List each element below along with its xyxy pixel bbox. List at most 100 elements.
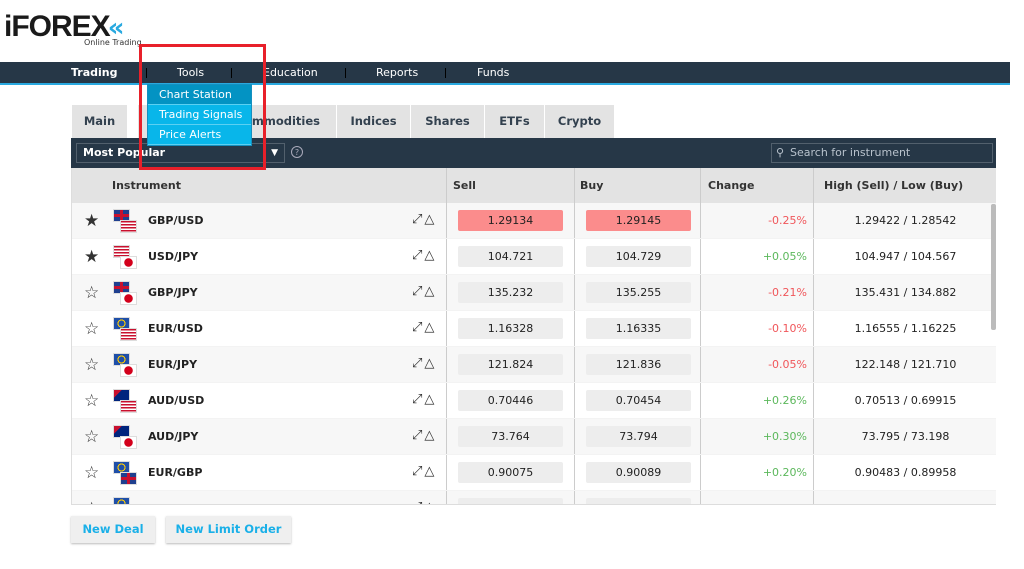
table-row[interactable]: ★ GBP/USD ⤢△ 1.29134 1.29145 -0.25% 1.29…: [72, 203, 996, 239]
buy-price-button[interactable]: 104.729: [586, 246, 691, 267]
sell-price-button[interactable]: 1.29134: [458, 210, 563, 231]
instrument-symbol[interactable]: USD/JPY: [148, 250, 198, 263]
divider: [445, 68, 446, 78]
help-icon[interactable]: ?: [291, 146, 303, 158]
bell-icon[interactable]: △: [424, 356, 436, 371]
table-row[interactable]: ☆ AUD/USD ⤢△ 0.70446 0.70454 +0.26% 0.70…: [72, 383, 996, 419]
table-row[interactable]: ☆ EUR/GBP ⤢△ 0.90075 0.90089 +0.20% 0.90…: [72, 455, 996, 491]
divider: [345, 68, 346, 78]
expand-icon[interactable]: ⤢: [412, 284, 424, 299]
search-placeholder: Search for instrument: [790, 146, 911, 159]
nav-education[interactable]: Education: [263, 66, 318, 79]
change-value: +0.05%: [762, 250, 807, 263]
bell-icon[interactable]: △: [424, 248, 436, 263]
currency-flags-icon: [113, 317, 137, 343]
sell-price-button[interactable]: 0.90075: [458, 462, 563, 483]
tab-etfs[interactable]: ETFs: [485, 105, 545, 138]
sell-price-button[interactable]: 121.824: [458, 354, 563, 375]
bell-icon[interactable]: △: [424, 500, 436, 504]
currency-flags-icon: [113, 389, 137, 415]
bell-icon[interactable]: △: [424, 392, 436, 407]
nav-trading[interactable]: Trading: [71, 66, 118, 79]
search-icon: ⚲: [776, 146, 785, 159]
star-filled-icon[interactable]: ★: [84, 211, 99, 231]
table-header: Instrument Sell Buy Change High (Sell) /…: [72, 168, 996, 203]
scrollbar[interactable]: [991, 204, 996, 330]
instrument-symbol[interactable]: AUD/USD: [148, 394, 204, 407]
bell-icon[interactable]: △: [424, 428, 436, 443]
currency-flags-icon: [113, 245, 137, 271]
tab-main[interactable]: Main: [72, 105, 128, 138]
sell-price-button[interactable]: 1.16328: [458, 318, 563, 339]
currency-flags-icon: [113, 425, 137, 451]
table-row[interactable]: ☆ EUR/JPY ⤢△ 121.824 121.836 -0.05% 122.…: [72, 347, 996, 383]
search-input[interactable]: ⚲ Search for instrument: [771, 143, 993, 163]
change-value: -0.05%: [768, 358, 807, 371]
star-outline-icon[interactable]: ☆: [84, 319, 99, 339]
tab-shares[interactable]: Shares: [411, 105, 485, 138]
iforex-logo[interactable]: iFOREX« Online Trading: [4, 10, 142, 47]
change-value: +0.20%: [762, 466, 807, 479]
expand-icon[interactable]: ⤢: [412, 212, 424, 227]
tab-indices[interactable]: Indices: [337, 105, 411, 138]
buy-price-button[interactable]: 135.255: [586, 282, 691, 303]
header-sell: Sell: [453, 179, 476, 192]
expand-icon[interactable]: ⤢: [412, 248, 424, 263]
star-filled-icon[interactable]: ★: [84, 247, 99, 267]
instrument-symbol[interactable]: GBP/JPY: [148, 286, 198, 299]
table-row[interactable]: ☆ GBP/JPY ⤢△ 135.232 135.255 -0.21% 135.…: [72, 275, 996, 311]
star-outline-icon[interactable]: ☆: [84, 283, 99, 303]
sell-price-button[interactable]: 1.65112: [458, 498, 563, 504]
table-row[interactable]: ☆ EUR/USD ⤢△ 1.16328 1.16335 -0.10% 1.16…: [72, 311, 996, 347]
buy-price-button[interactable]: 1.29145: [586, 210, 691, 231]
buy-price-button[interactable]: 0.90089: [586, 462, 691, 483]
tab-crypto[interactable]: Crypto: [545, 105, 615, 138]
bell-icon[interactable]: △: [424, 284, 436, 299]
bell-icon[interactable]: △: [424, 320, 436, 335]
instrument-symbol[interactable]: EUR/GBP: [148, 466, 202, 479]
expand-icon[interactable]: ⤢: [412, 428, 424, 443]
high-low-value: 135.431 / 134.882: [854, 286, 957, 299]
change-value: -0.22%: [702, 502, 807, 504]
table-row[interactable]: ☆ EUR/AUD ⤢△ 1.65112 1.65142 -0.22% 1.66…: [72, 491, 996, 504]
table-row[interactable]: ★ USD/JPY ⤢△ 104.721 104.729 +0.05% 104.…: [72, 239, 996, 275]
buy-price-button[interactable]: 1.16335: [586, 318, 691, 339]
star-outline-icon[interactable]: ☆: [84, 427, 99, 447]
header-high-low: High (Sell) / Low (Buy): [824, 179, 964, 192]
header-instrument: Instrument: [112, 179, 181, 192]
instrument-symbol[interactable]: EUR/AUD: [148, 502, 203, 504]
bell-icon[interactable]: △: [424, 212, 436, 227]
buy-price-button[interactable]: 73.794: [586, 426, 691, 447]
instrument-symbol[interactable]: GBP/USD: [148, 214, 203, 227]
sell-price-button[interactable]: 0.70446: [458, 390, 563, 411]
new-deal-button[interactable]: New Deal: [71, 516, 155, 543]
sell-price-button[interactable]: 73.764: [458, 426, 563, 447]
currency-flags-icon: [113, 353, 137, 379]
sell-price-button[interactable]: 135.232: [458, 282, 563, 303]
instrument-symbol[interactable]: EUR/JPY: [148, 358, 197, 371]
change-value: -0.25%: [768, 214, 807, 227]
sell-price-button[interactable]: 104.721: [458, 246, 563, 267]
bell-icon[interactable]: △: [424, 464, 436, 479]
star-outline-icon[interactable]: ☆: [84, 463, 99, 483]
star-outline-icon[interactable]: ☆: [84, 391, 99, 411]
buy-price-button[interactable]: 0.70454: [586, 390, 691, 411]
high-low-value: 1.66200 / 1.65080: [814, 502, 996, 504]
buy-price-button[interactable]: 121.836: [586, 354, 691, 375]
expand-icon[interactable]: ⤢: [412, 320, 424, 335]
instrument-symbol[interactable]: EUR/USD: [148, 322, 203, 335]
expand-icon[interactable]: ⤢: [412, 392, 424, 407]
star-outline-icon[interactable]: ☆: [84, 355, 99, 375]
buy-price-button[interactable]: 1.65142: [586, 498, 691, 504]
expand-icon[interactable]: ⤢: [412, 500, 424, 504]
table-row[interactable]: ☆ AUD/JPY ⤢△ 73.764 73.794 +0.30% 73.795…: [72, 419, 996, 455]
instrument-symbol[interactable]: AUD/JPY: [148, 430, 198, 443]
high-low-value: 1.29422 / 1.28542: [854, 214, 957, 227]
star-outline-icon[interactable]: ☆: [84, 499, 99, 504]
expand-icon[interactable]: ⤢: [412, 356, 424, 371]
nav-funds[interactable]: Funds: [477, 66, 509, 79]
logo-tagline: Online Trading: [84, 38, 142, 47]
expand-icon[interactable]: ⤢: [412, 464, 424, 479]
nav-reports[interactable]: Reports: [376, 66, 418, 79]
new-limit-order-button[interactable]: New Limit Order: [166, 516, 291, 543]
